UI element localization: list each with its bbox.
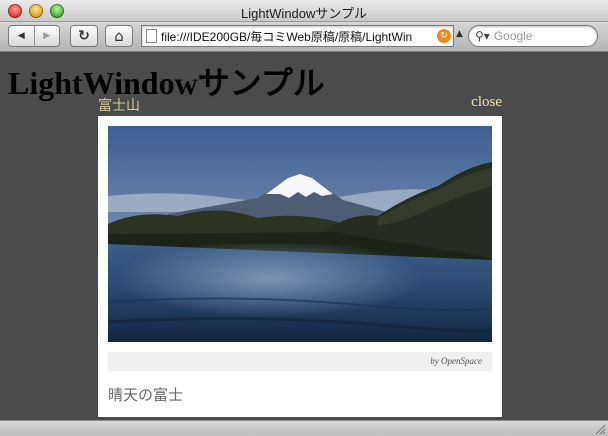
search-field[interactable]: ⚲▾	[468, 25, 598, 47]
window-title: LightWindowサンプル	[240, 6, 368, 21]
photo-credit-bar: by OpenSpace	[108, 352, 492, 371]
rss-icon[interactable]: ↻	[437, 29, 451, 43]
address-bar[interactable]: file:///IDE200GB/毎コミWeb原稿/原稿/LightWin ↻	[141, 25, 454, 47]
address-url[interactable]: file:///IDE200GB/毎コミWeb原稿/原稿/LightWin	[161, 28, 437, 45]
home-icon: ⌂	[114, 27, 124, 45]
search-input[interactable]	[491, 28, 586, 44]
document-icon	[146, 29, 157, 43]
home-button[interactable]: ⌂	[105, 25, 133, 47]
back-button[interactable]: ◀	[9, 26, 34, 46]
photo-credit: by OpenSpace	[430, 356, 482, 366]
address-dropdown-icon[interactable]: ▲	[456, 29, 463, 39]
search-icon[interactable]: ⚲▾	[475, 29, 490, 43]
page-title: LightWindowサンプル	[8, 65, 325, 101]
window-titlebar: LightWindowサンプル	[0, 0, 608, 22]
browser-toolbar: ◀ ▶ ↻ ⌂ file:///IDE200GB/毎コミWeb原稿/原稿/Lig…	[0, 22, 608, 52]
reload-icon: ↻	[78, 28, 90, 44]
forward-button[interactable]: ▶	[33, 26, 60, 46]
mount-fuji-photo	[108, 126, 492, 342]
lightwindow-box: by OpenSpace 晴天の富士	[98, 116, 502, 417]
lightwindow-caption: 富士山	[98, 99, 140, 114]
back-forward-group: ◀ ▶	[8, 25, 60, 47]
reload-button[interactable]: ↻	[70, 25, 98, 47]
lightwindow-close-link[interactable]: close	[471, 94, 502, 111]
photo-description: 晴天の富士	[108, 388, 184, 404]
forward-arrow-icon: ▶	[43, 31, 51, 41]
back-arrow-icon: ◀	[17, 31, 25, 41]
status-bar	[0, 420, 608, 436]
resize-grip-icon[interactable]	[594, 423, 606, 435]
page-viewport: LightWindowサンプル 富士山 close by OpenSpace 晴…	[0, 52, 608, 420]
